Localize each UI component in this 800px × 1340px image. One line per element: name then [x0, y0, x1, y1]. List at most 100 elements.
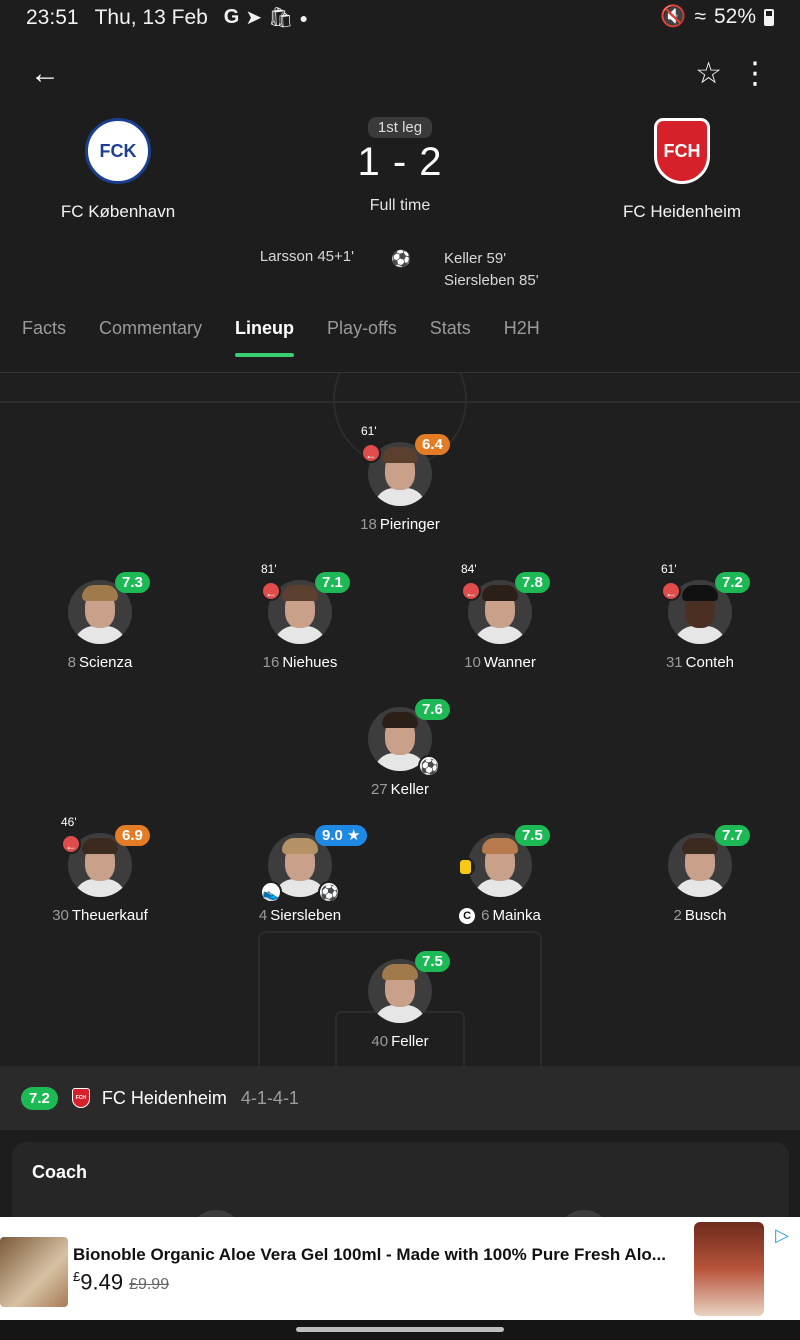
wifi-icon: ≈: [694, 5, 706, 28]
score-center: 1st leg 1 - 2 Full time: [300, 117, 500, 215]
player-name-label: 31 Conteh: [615, 654, 785, 671]
away-team-name: FC Heidenheim: [622, 202, 742, 221]
player-name-label: 40 Feller: [315, 1033, 485, 1050]
player-name: Feller: [391, 1033, 429, 1050]
player-rating: 7.6: [415, 699, 450, 720]
favorite-star-icon[interactable]: ☆: [695, 56, 722, 92]
shopping-bag-icon: 🛍: [268, 7, 294, 29]
player-name-label: 8 Scienza: [15, 654, 185, 671]
ad-banner[interactable]: Bionoble Organic Aloe Vera Gel 100ml - M…: [0, 1217, 800, 1320]
player-name-label: 2 Busch: [615, 907, 785, 924]
status-left: 23:51 Thu, 13 Feb G ➤ 🛍 ●: [26, 5, 308, 30]
player-rating: 9.0 ★: [315, 825, 368, 846]
back-arrow-icon[interactable]: ←: [30, 56, 70, 96]
player-name-label: C 6 Mainka: [415, 907, 585, 924]
away-scorer: Siersleben 85': [444, 272, 539, 289]
dot-icon: ●: [299, 9, 308, 26]
home-gesture-handle[interactable]: [296, 1327, 504, 1332]
player-name: Busch: [684, 907, 727, 924]
goal-ball-icon: ⚽: [418, 755, 440, 777]
player-name: Siersleben: [270, 907, 342, 924]
away-scorer: Keller 59': [444, 250, 507, 267]
away-crest-icon: FCH: [654, 118, 710, 184]
player-card[interactable]: 61' ← 6.4 18 Pieringer: [315, 424, 485, 533]
player-card[interactable]: 81' ← 7.1 16 Niehues: [215, 562, 385, 671]
player-rating: 6.4: [415, 434, 450, 455]
goal-ball-icon: ⚽: [318, 881, 340, 903]
sub-minute: 81': [261, 562, 277, 576]
sub-out-icon: ←: [361, 443, 381, 463]
away-team[interactable]: FCH FC Heidenheim: [572, 118, 792, 222]
system-nav-bar: [0, 1320, 800, 1340]
player-card[interactable]: 84' ← 7.8 10 Wanner: [415, 562, 585, 671]
home-scorer: Larsson 45+1': [259, 248, 354, 265]
player-name-label: 4 Siersleben: [215, 907, 385, 924]
ad-product-image: [694, 1222, 764, 1316]
more-options-icon[interactable]: ⋮: [740, 56, 770, 92]
team-crest-icon: FCH: [71, 1088, 90, 1108]
sub-minute: 61': [661, 562, 677, 576]
ad-product-image: [0, 1237, 68, 1307]
home-team[interactable]: FCK FC København: [8, 118, 228, 222]
player-rating: 6.9: [115, 825, 150, 846]
player-number: 18: [360, 516, 377, 533]
player-name: Keller: [390, 781, 430, 798]
player-number: 16: [262, 654, 280, 671]
player-rating: 7.5: [515, 825, 550, 846]
battery-percent: 52%: [713, 5, 756, 28]
sub-minute: 84': [461, 562, 477, 576]
player-rating: 7.2: [715, 572, 750, 593]
player-name-label: 18 Pieringer: [315, 516, 485, 533]
player-name: Wanner: [483, 654, 536, 671]
match-score: 1 - 2: [357, 140, 443, 184]
player-card[interactable]: 9.0 ★ 👟 ⚽ 4 Siersleben: [215, 825, 385, 924]
tab-h2h[interactable]: H2H: [504, 318, 540, 357]
top-bar: ← ☆ ⋮: [0, 50, 800, 100]
player-rating: 7.7: [715, 825, 750, 846]
player-number: 10: [464, 654, 481, 671]
player-card[interactable]: 61' ← 7.2 31 Conteh: [615, 562, 785, 671]
player-card[interactable]: 7.7 2 Busch: [615, 825, 785, 924]
home-crest-text: FCK: [99, 140, 137, 161]
tab-facts[interactable]: Facts: [22, 318, 66, 357]
ad-choices-icon[interactable]: ▷: [770, 1223, 794, 1247]
player-rating: 7.1: [315, 572, 350, 593]
google-icon: G: [223, 6, 240, 28]
tab-commentary[interactable]: Commentary: [99, 318, 202, 357]
away-crest-text: FCH: [663, 140, 701, 161]
ad-price-value: 9.49: [80, 1269, 124, 1295]
player-of-match-star-icon: ★: [347, 827, 361, 844]
ad-title: Bionoble Organic Aloe Vera Gel 100ml - M…: [73, 1245, 666, 1264]
home-team-name: FC København: [60, 202, 176, 221]
tab-stats[interactable]: Stats: [430, 318, 471, 357]
sub-out-icon: ←: [661, 581, 681, 601]
player-card[interactable]: 7.6 ⚽ 27 Keller: [315, 699, 485, 798]
player-card[interactable]: 46' ← 6.9 30 Theuerkauf: [15, 815, 185, 924]
away-scorers: Keller 59' Siersleben 85': [444, 248, 539, 292]
player-card[interactable]: 7.3 8 Scienza: [15, 572, 185, 671]
player-number: 4: [258, 907, 268, 924]
player-name: Mainka: [492, 907, 541, 924]
home-scorers: Larsson 45+1': [260, 248, 354, 265]
captain-icon: C: [459, 908, 476, 924]
player-rating-value: 9.0: [322, 827, 343, 844]
team-formation-bar[interactable]: 7.2 FCH FC Heidenheim 4-1-4-1: [0, 1066, 800, 1130]
sub-out-icon: ←: [261, 581, 281, 601]
player-card[interactable]: 7.5 C 6 Mainka: [415, 825, 585, 924]
match-status: Full time: [369, 197, 431, 214]
player-rating: 7.3: [115, 572, 150, 593]
status-bar: 23:51 Thu, 13 Feb G ➤ 🛍 ● 🔇 ≈ 52%: [0, 0, 800, 34]
team-rating: 7.2: [21, 1086, 58, 1110]
ad-price: £9.49 £9.99: [73, 1269, 169, 1295]
player-rating: 7.8: [515, 572, 550, 593]
player-name: Scienza: [78, 654, 133, 671]
player-card[interactable]: 7.5 40 Feller: [315, 951, 485, 1050]
player-name: Theuerkauf: [71, 907, 148, 924]
tab-play-offs[interactable]: Play-offs: [327, 318, 397, 357]
match-tabs: Facts Commentary Lineup Play-offs Stats …: [22, 318, 540, 357]
player-number: 31: [665, 654, 683, 671]
tab-lineup[interactable]: Lineup: [235, 318, 295, 357]
home-crest-icon: FCK: [85, 118, 151, 184]
player-number: 27: [370, 781, 388, 798]
battery-icon: [764, 8, 774, 26]
